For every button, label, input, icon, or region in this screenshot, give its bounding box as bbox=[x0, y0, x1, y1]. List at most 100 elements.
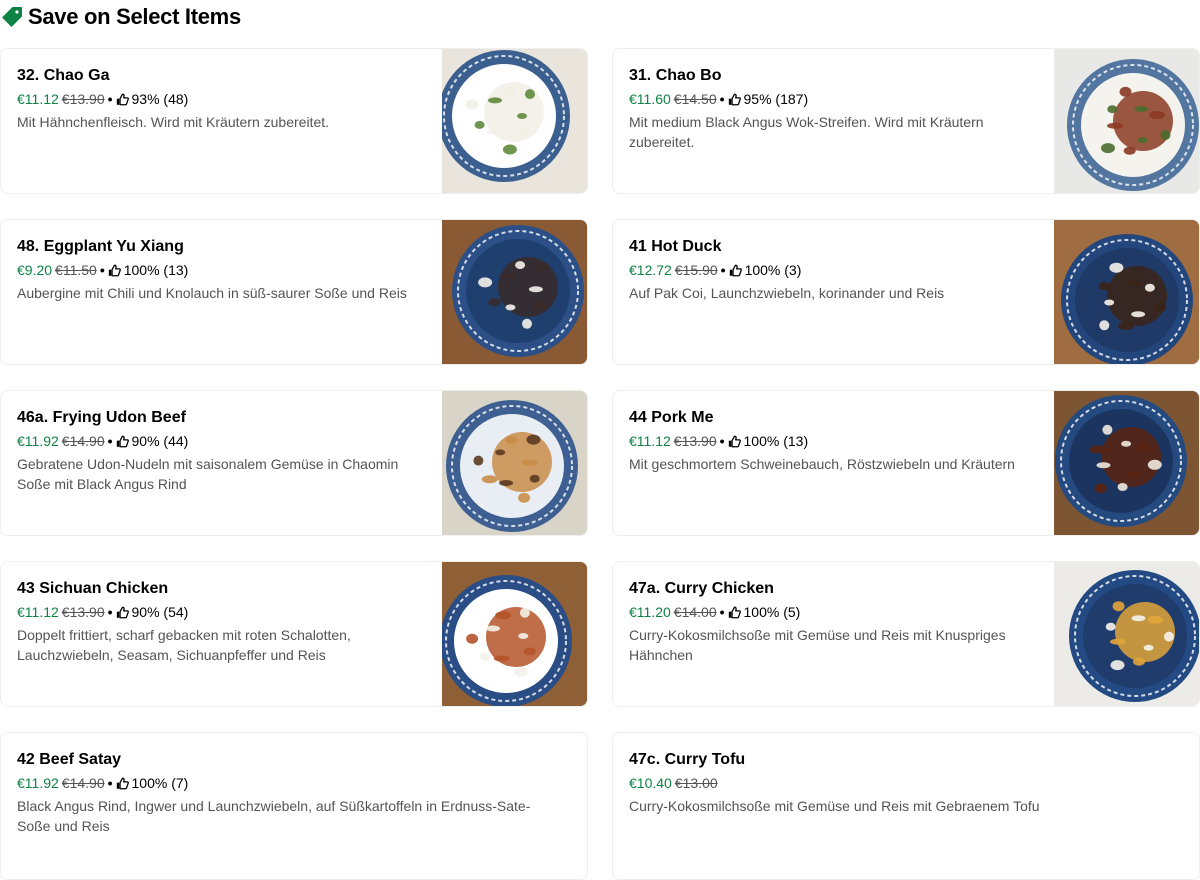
menu-item-meta: €12.72 €15.90 • 100% (3) bbox=[629, 261, 1038, 279]
menu-item-card[interactable]: 41 Hot Duck €12.72 €15.90 • 100% (3) Auf Pak … bbox=[612, 219, 1200, 365]
menu-item-description: Mit medium Black Angus Wok-Streifen. Wir… bbox=[629, 114, 984, 150]
menu-item-card[interactable]: 44 Pork Me €11.12 €13.90 • 100% (13) Mit gesc… bbox=[612, 390, 1200, 536]
menu-item-info: 47a. Curry Chicken €11.20 €14.00 • 100% (5) C… bbox=[613, 562, 1054, 706]
discounted-price: €11.60 bbox=[629, 91, 671, 107]
menu-item-meta: €11.92 €14.90 • 100% (7) bbox=[17, 774, 571, 792]
original-price: €14.90 bbox=[61, 775, 105, 791]
menu-item-meta: €11.12 €13.90 • 90% (54) bbox=[17, 603, 426, 621]
menu-item-photo bbox=[1054, 220, 1199, 364]
menu-item-meta: €11.20 €14.00 • 100% (5) bbox=[629, 603, 1038, 621]
thumbs-up-icon bbox=[728, 435, 741, 448]
original-price: €14.50 bbox=[673, 91, 717, 107]
menu-item-description: Curry-Kokosmilchsoße mit Gemüse und Reis… bbox=[629, 627, 1006, 663]
menu-item-photo bbox=[442, 562, 587, 706]
menu-item-photo bbox=[1054, 391, 1199, 535]
rating-text: 100% (3) bbox=[744, 262, 802, 278]
menu-item-card[interactable]: 47c. Curry Tofu €10.40 €13.00 Curry-Kokosmi… bbox=[612, 732, 1200, 880]
menu-item-name: 46a. Frying Udon Beef bbox=[17, 409, 186, 426]
menu-item-card[interactable]: 48. Eggplant Yu Xiang €9.20 €11.50 • 100% (1… bbox=[0, 219, 588, 365]
menu-item-info: 46a. Frying Udon Beef €11.92 €14.90 • 90% (4… bbox=[1, 391, 442, 535]
separator-dot: • bbox=[719, 433, 725, 449]
menu-item-photo bbox=[1054, 49, 1199, 193]
menu-item-info: 32. Chao Ga €11.12 €13.90 • 93% (48) Mit Hähn… bbox=[1, 49, 442, 193]
menu-item-photo bbox=[1054, 562, 1199, 706]
thumbs-up-icon bbox=[728, 93, 741, 106]
menu-item-photo bbox=[442, 49, 587, 193]
menu-item-description: Auf Pak Coi, Launchzwiebeln, korinander … bbox=[629, 285, 945, 301]
menu-item-card[interactable]: 46a. Frying Udon Beef €11.92 €14.90 • 90% (4… bbox=[0, 390, 588, 536]
discounted-price: €11.12 bbox=[629, 433, 671, 449]
menu-item-meta: €9.20 €11.50 • 100% (13) bbox=[17, 261, 426, 279]
rating-text: 100% (13) bbox=[123, 262, 189, 278]
original-price: €13.90 bbox=[61, 604, 105, 620]
discounted-price: €11.92 bbox=[17, 433, 59, 449]
item-grid: 32. Chao Ga €11.12 €13.90 • 93% (48) Mit Hähn… bbox=[0, 48, 1200, 880]
menu-item-info: 41 Hot Duck €12.72 €15.90 • 100% (3) Auf Pak … bbox=[613, 220, 1054, 364]
original-price: €13.90 bbox=[673, 433, 717, 449]
menu-item-card[interactable]: 42 Beef Satay €11.92 €14.90 • 100% (7) Black … bbox=[0, 732, 588, 880]
original-price: €11.50 bbox=[55, 262, 97, 278]
menu-item-name: 31. Chao Bo bbox=[629, 67, 722, 84]
menu-item-info: 42 Beef Satay €11.92 €14.90 • 100% (7) Black … bbox=[1, 733, 587, 879]
thumbs-up-icon bbox=[729, 264, 742, 277]
rating-text: 90% (44) bbox=[131, 433, 189, 449]
menu-item-name: 43 Sichuan Chicken bbox=[17, 580, 169, 597]
discounted-price: €12.72 bbox=[629, 262, 672, 278]
menu-item-meta: €11.92 €14.90 • 90% (44) bbox=[17, 432, 426, 450]
rating-text: 100% (7) bbox=[131, 775, 189, 791]
separator-dot: • bbox=[719, 91, 725, 107]
menu-item-card[interactable]: 32. Chao Ga €11.12 €13.90 • 93% (48) Mit Hähn… bbox=[0, 48, 588, 194]
rating-text: 95% (187) bbox=[743, 91, 809, 107]
rating-text: 90% (54) bbox=[131, 604, 189, 620]
menu-item-name: 32. Chao Ga bbox=[17, 67, 110, 84]
separator-dot: • bbox=[720, 262, 726, 278]
menu-item-photo bbox=[442, 391, 587, 535]
separator-dot: • bbox=[107, 91, 113, 107]
thumbs-up-icon bbox=[116, 93, 129, 106]
separator-dot: • bbox=[107, 775, 113, 791]
discounted-price: €11.12 bbox=[17, 604, 59, 620]
discounted-price: €11.20 bbox=[629, 604, 671, 620]
menu-item-meta: €10.40 €13.00 bbox=[629, 774, 1183, 792]
thumbs-up-icon bbox=[116, 435, 129, 448]
discounted-price: €9.20 bbox=[17, 262, 53, 278]
thumbs-up-icon bbox=[728, 606, 741, 619]
menu-item-info: 47c. Curry Tofu €10.40 €13.00 Curry-Kokosmi… bbox=[613, 733, 1199, 879]
menu-item-card[interactable]: 31. Chao Bo €11.60 €14.50 • 95% (187) Mit med… bbox=[612, 48, 1200, 194]
menu-item-description: Mit Hähnchenfleisch. Wird mit Kräutern z… bbox=[17, 114, 330, 130]
menu-item-info: 43 Sichuan Chicken €11.12 €13.90 • 90% (54) D… bbox=[1, 562, 442, 706]
menu-item-meta: €11.12 €13.90 • 100% (13) bbox=[629, 432, 1038, 450]
menu-item-card[interactable]: 43 Sichuan Chicken €11.12 €13.90 • 90% (54) D… bbox=[0, 561, 588, 707]
discounted-price: €10.40 bbox=[629, 775, 672, 791]
menu-item-name: 47a. Curry Chicken bbox=[629, 580, 774, 597]
menu-item-description: Mit geschmortem Schweinebauch, Röstzwieb… bbox=[629, 456, 1015, 472]
menu-item-info: 44 Pork Me €11.12 €13.90 • 100% (13) Mit gesc… bbox=[613, 391, 1054, 535]
discounted-price: €11.12 bbox=[17, 91, 59, 107]
menu-item-description: Curry-Kokosmilchsoße mit Gemüse und Reis… bbox=[629, 798, 1040, 814]
section-header: Save on Select Items bbox=[0, 0, 241, 34]
menu-item-description: Doppelt frittiert, scharf gebacken mit r… bbox=[17, 627, 351, 663]
original-price: €13.00 bbox=[674, 775, 718, 791]
menu-item-meta: €11.60 €14.50 • 95% (187) bbox=[629, 90, 1038, 108]
menu-item-name: 47c. Curry Tofu bbox=[629, 751, 746, 768]
menu-item-description: Aubergine mit Chili und Knolauch in süß-… bbox=[17, 285, 407, 301]
menu-item-info: 48. Eggplant Yu Xiang €9.20 €11.50 • 100% (1… bbox=[1, 220, 442, 364]
menu-item-name: 41 Hot Duck bbox=[629, 238, 722, 255]
thumbs-up-icon bbox=[108, 264, 121, 277]
separator-dot: • bbox=[99, 262, 105, 278]
menu-item-card[interactable]: 47a. Curry Chicken €11.20 €14.00 • 100% (5) C… bbox=[612, 561, 1200, 707]
separator-dot: • bbox=[107, 433, 113, 449]
rating-text: 100% (5) bbox=[743, 604, 801, 620]
menu-item-info: 31. Chao Bo €11.60 €14.50 • 95% (187) Mit med… bbox=[613, 49, 1054, 193]
separator-dot: • bbox=[107, 604, 113, 620]
rating-text: 100% (13) bbox=[743, 433, 809, 449]
original-price: €13.90 bbox=[61, 91, 105, 107]
tag-icon bbox=[0, 5, 24, 29]
menu-item-name: 48. Eggplant Yu Xiang bbox=[17, 238, 184, 255]
original-price: €15.90 bbox=[674, 262, 718, 278]
menu-item-meta: €11.12 €13.90 • 93% (48) bbox=[17, 90, 426, 108]
separator-dot: • bbox=[719, 604, 725, 620]
discounted-price: €11.92 bbox=[17, 775, 59, 791]
original-price: €14.00 bbox=[673, 604, 717, 620]
original-price: €14.90 bbox=[61, 433, 105, 449]
